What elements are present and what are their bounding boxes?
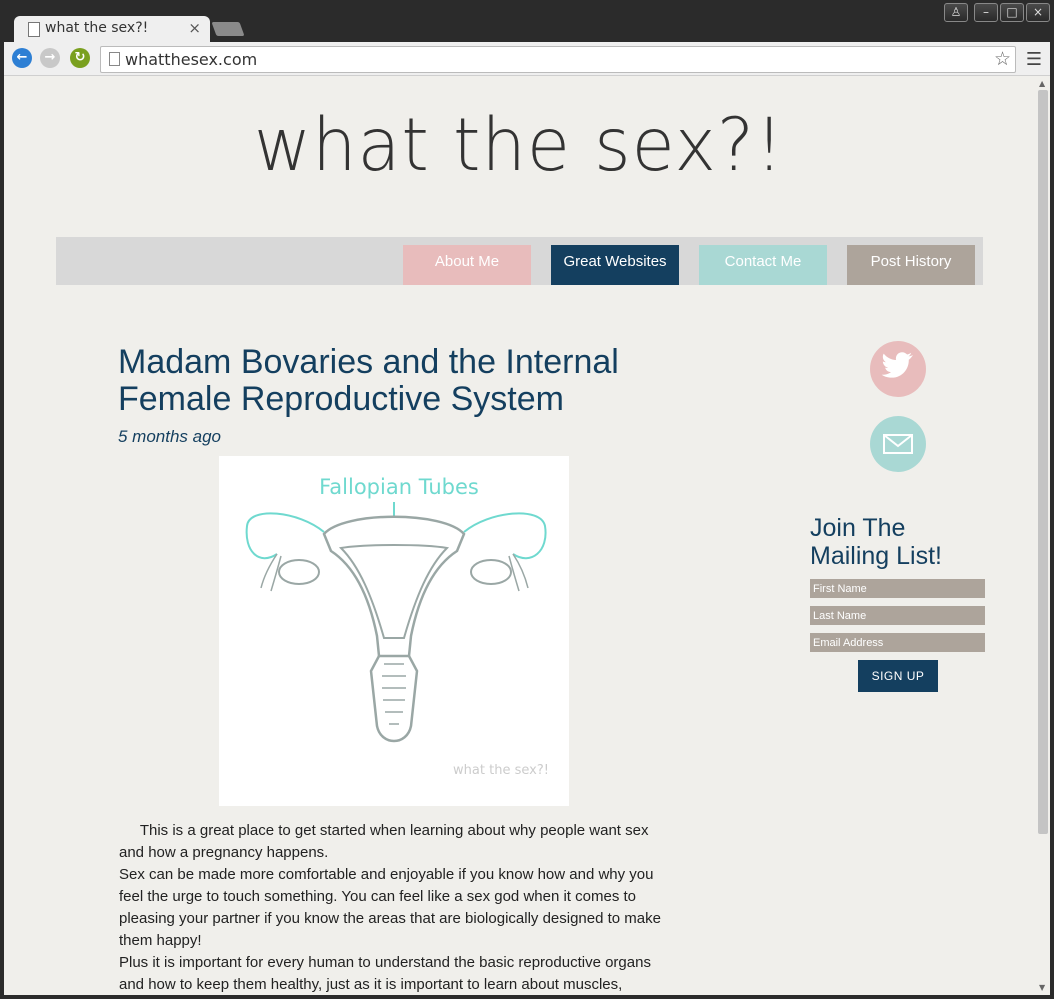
reload-button[interactable]: ↻: [70, 48, 90, 68]
maximize-button[interactable]: □: [1000, 3, 1024, 22]
tab-close-icon[interactable]: ×: [188, 19, 201, 37]
image-caption: Fallopian Tubes: [319, 475, 479, 499]
site-nav: About Me Great Websites Contact Me Post …: [56, 237, 983, 285]
browser-tab[interactable]: what the sex?! ×: [14, 16, 210, 42]
post-title[interactable]: Madam Bovaries and the Internal Female R…: [118, 344, 678, 418]
menu-icon[interactable]: ☰: [1026, 49, 1042, 70]
mailing-list-title: Join The Mailing List!: [810, 514, 942, 570]
bookmark-star-icon[interactable]: ☆: [994, 48, 1011, 70]
page-icon: [109, 52, 120, 66]
profile-icon[interactable]: ♙: [944, 3, 968, 22]
nav-about-me[interactable]: About Me: [403, 245, 531, 285]
twitter-button[interactable]: [870, 341, 926, 397]
forward-button[interactable]: →: [40, 48, 60, 68]
post-date: 5 months ago: [118, 427, 222, 446]
page-viewport: what the sex?! About Me Great Websites C…: [4, 76, 1050, 995]
reproductive-system-illustration: Fallopian Tubes what the sex?!: [245, 475, 549, 778]
post-paragraph: Sex can be made more comfortable and enj…: [119, 866, 661, 949]
back-button[interactable]: ←: [12, 48, 32, 68]
mailing-title-line: Mailing List!: [810, 542, 942, 570]
site-logo[interactable]: what the sex?!: [4, 102, 1034, 188]
address-bar[interactable]: whatthesex.com ☆: [100, 46, 1016, 73]
post-body: This is a great place to get started whe…: [119, 820, 664, 995]
envelope-icon: [883, 434, 913, 454]
post-paragraph: Plus it is important for every human to …: [119, 954, 651, 993]
page-icon: [28, 22, 40, 37]
email-button[interactable]: [870, 416, 926, 472]
nav-post-history[interactable]: Post History: [847, 245, 975, 285]
image-watermark: what the sex?!: [453, 763, 549, 778]
browser-toolbar: ← → ↻ whatthesex.com ☆ ☰: [4, 42, 1050, 76]
scroll-up-arrow-icon[interactable]: ▲: [1039, 79, 1045, 88]
first-name-input[interactable]: [810, 579, 985, 598]
post-image: Fallopian Tubes what the sex?!: [219, 456, 569, 806]
signup-button[interactable]: SIGN UP: [858, 660, 938, 692]
nav-great-websites[interactable]: Great Websites: [551, 245, 679, 285]
tab-title: what the sex?!: [45, 20, 149, 36]
scrollbar-thumb[interactable]: [1038, 90, 1048, 834]
scroll-down-arrow-icon[interactable]: ▼: [1039, 983, 1045, 992]
last-name-input[interactable]: [810, 606, 985, 625]
minimize-button[interactable]: –: [974, 3, 998, 22]
email-input[interactable]: [810, 633, 985, 652]
twitter-icon: [881, 352, 913, 378]
url-text[interactable]: whatthesex.com: [125, 50, 257, 69]
vertical-scrollbar[interactable]: ▲ ▼: [1036, 76, 1050, 995]
window-titlebar: what the sex?! × ♙ – □ ×: [0, 0, 1054, 42]
new-tab-button[interactable]: [211, 22, 245, 36]
close-window-button[interactable]: ×: [1026, 3, 1050, 22]
mailing-title-line: Join The: [810, 514, 906, 542]
nav-contact-me[interactable]: Contact Me: [699, 245, 827, 285]
post-paragraph: This is a great place to get started whe…: [119, 822, 649, 861]
